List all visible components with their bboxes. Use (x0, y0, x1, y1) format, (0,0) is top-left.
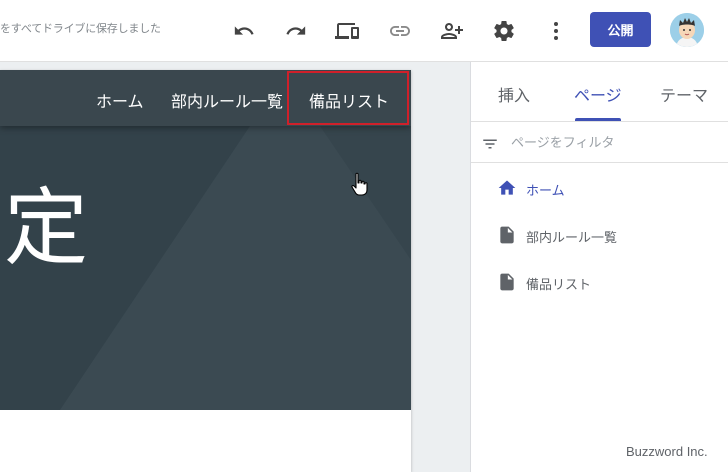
gear-icon[interactable] (491, 18, 517, 44)
avatar[interactable] (670, 13, 704, 47)
link-icon[interactable] (387, 18, 413, 44)
hero-title: 定 (4, 179, 89, 277)
device-preview-icon[interactable] (334, 18, 360, 44)
page-item-label: 備品リスト (526, 278, 592, 293)
page-item-label: 部内ルール一覧 (526, 231, 618, 246)
undo-icon[interactable] (231, 18, 257, 44)
hand-cursor-icon (351, 172, 368, 196)
tab-themes[interactable]: テーマ (660, 82, 708, 106)
page-item-equipment[interactable]: 備品リスト (471, 265, 728, 299)
publish-button[interactable]: 公開 (590, 12, 651, 47)
top-toolbar: をすべてドライブに保存しました 公開 (0, 0, 728, 62)
redo-icon[interactable] (283, 18, 309, 44)
site-navigation: ホーム 部内ルール一覧 備品リスト (0, 70, 411, 126)
site-preview: 定 ホーム 部内ルール一覧 備品リスト (0, 70, 411, 472)
page-filter-input[interactable] (511, 133, 711, 153)
watermark: Buzzword Inc. (626, 444, 708, 459)
side-panel: 挿入 ページ テーマ ホーム 部内ルール一覧 備品リスト (470, 62, 728, 472)
save-status-text: をすべてドライブに保存しました (0, 22, 161, 35)
page-item-label: ホーム (526, 184, 565, 199)
more-vert-icon[interactable] (543, 18, 569, 44)
page-item-home[interactable]: ホーム (471, 171, 728, 205)
nav-item-rules[interactable]: 部内ルール一覧 (171, 88, 283, 112)
highlight-box (287, 71, 409, 125)
panel-tabs: 挿入 ページ テーマ (471, 62, 728, 122)
page-filter (471, 123, 728, 163)
tab-pages[interactable]: ページ (574, 82, 622, 106)
nav-item-home[interactable]: ホーム (96, 88, 144, 112)
add-person-icon[interactable] (439, 18, 465, 44)
active-tab-indicator (575, 118, 621, 121)
page-icon (500, 226, 514, 244)
filter-icon (483, 139, 497, 149)
home-icon (498, 180, 516, 195)
page-icon (500, 273, 514, 291)
page-item-rules[interactable]: 部内ルール一覧 (471, 218, 728, 252)
tab-insert[interactable]: 挿入 (498, 82, 530, 106)
